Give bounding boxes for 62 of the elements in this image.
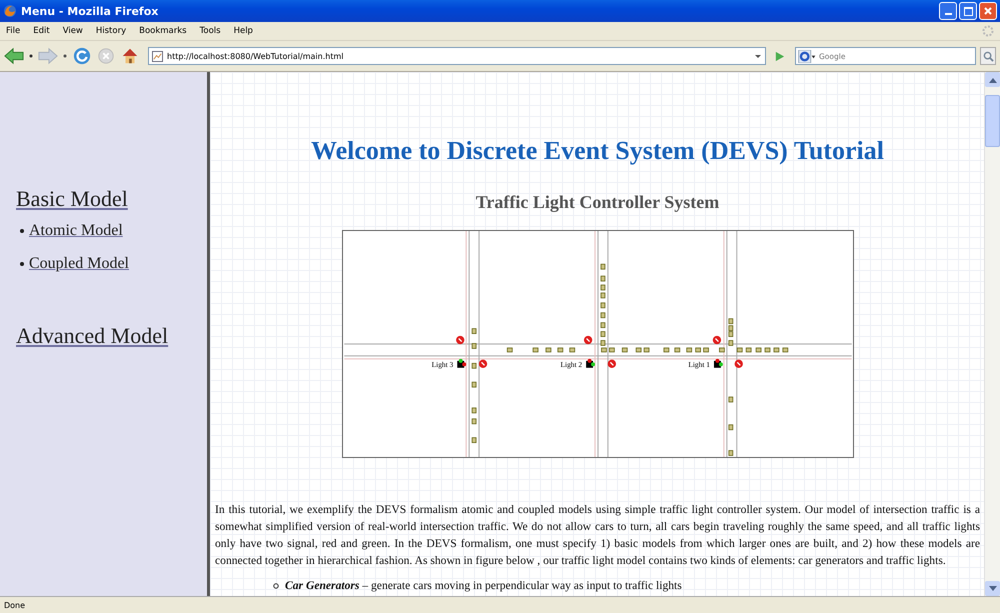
page-icon xyxy=(152,50,163,62)
menu-item[interactable]: Help xyxy=(234,26,253,36)
stop-sign-icon xyxy=(712,336,721,344)
menu-item[interactable]: View xyxy=(62,26,83,36)
sidebar-link[interactable]: Atomic Model xyxy=(29,222,123,240)
car-icon xyxy=(728,424,733,430)
traffic-light-icon xyxy=(456,358,466,368)
triangle-down-icon xyxy=(988,586,996,592)
close-icon xyxy=(983,6,993,16)
search-icon xyxy=(982,50,994,62)
reload-icon[interactable] xyxy=(72,47,92,65)
car-icon xyxy=(728,396,733,402)
bullet-icon xyxy=(20,229,24,233)
list-item: Car Generators – generate cars moving in perpendicular way as input to traffic lights xyxy=(285,579,682,592)
stop-sign-icon xyxy=(607,360,616,368)
fox-globe-icon xyxy=(3,4,17,18)
window-title: Menu - Mozilla Firefox xyxy=(21,4,160,18)
stop-sign-icon xyxy=(583,336,592,344)
scroll-thumb[interactable] xyxy=(985,95,1000,147)
menu-item[interactable]: File xyxy=(6,26,20,36)
car-icon xyxy=(471,362,476,369)
section-heading: Traffic Light Controller System xyxy=(476,192,720,213)
stop-sign-icon xyxy=(734,360,742,368)
home-icon[interactable] xyxy=(120,47,140,65)
back-arrow-icon[interactable] xyxy=(4,47,24,65)
dropdown-icon[interactable] xyxy=(62,53,68,59)
search-button[interactable] xyxy=(980,47,996,65)
car-icon xyxy=(471,382,476,388)
bullet-icon xyxy=(20,262,24,266)
search-engine-icon[interactable] xyxy=(798,50,816,62)
menu-item[interactable]: History xyxy=(96,26,126,36)
minimize-icon xyxy=(944,13,952,15)
car-icon xyxy=(506,348,512,352)
dropdown-icon[interactable] xyxy=(754,52,762,60)
maximize-icon xyxy=(964,6,972,16)
sidebar-link[interactable]: Coupled Model xyxy=(29,255,129,273)
triangle-up-icon xyxy=(988,76,996,82)
status-text: Done xyxy=(4,600,26,610)
bullet-icon xyxy=(273,582,279,588)
address-field[interactable]: http://localhost:8080/WebTutorial/main.html xyxy=(148,47,766,65)
page-title: Welcome to Discrete Event System (DEVS) Tutorial xyxy=(311,136,884,166)
menu-item[interactable]: Tools xyxy=(200,26,221,36)
sidebar-link[interactable]: Basic Model xyxy=(16,186,128,212)
dropdown-icon[interactable] xyxy=(28,53,34,59)
car-icon xyxy=(728,450,733,456)
maximize-button[interactable] xyxy=(959,2,977,20)
car-icon xyxy=(471,343,476,349)
car-icon xyxy=(532,348,538,352)
menu-item[interactable]: Edit xyxy=(33,26,50,36)
stop-sign-icon xyxy=(478,360,487,368)
menu-item[interactable]: Bookmarks xyxy=(139,26,187,36)
throbber-icon xyxy=(982,25,994,37)
traffic-light-icon xyxy=(586,358,595,368)
car-icon xyxy=(471,437,476,444)
sidebar-link[interactable]: Advanced Model xyxy=(16,323,168,349)
scrollbar[interactable] xyxy=(984,72,1000,596)
car-icon xyxy=(471,328,476,334)
minimize-button[interactable] xyxy=(939,2,957,20)
close-button[interactable] xyxy=(979,2,997,20)
stop-sign-icon xyxy=(456,336,464,344)
traffic-light-icon xyxy=(713,358,722,368)
intro-paragraph: In this tutorial, we exemplify the DEVS formalism atomic and coupled models using simple traffic light controller system. Our model of intersection traffic is a somewhat simplified version of real-world intersection traffic. We do not allow cars to turn, all cars begin traveling roughly the same speed, and all traffic lights only have two signal, red and green. In the DEVS formalism, one must specify 1) basic models from which larger ones are built, and 2) how these models are connected together in hierarchical fashion. As shown in figure below , our traffic light model contains two kinds of elements: car generators and traffic lights. xyxy=(215,502,980,569)
